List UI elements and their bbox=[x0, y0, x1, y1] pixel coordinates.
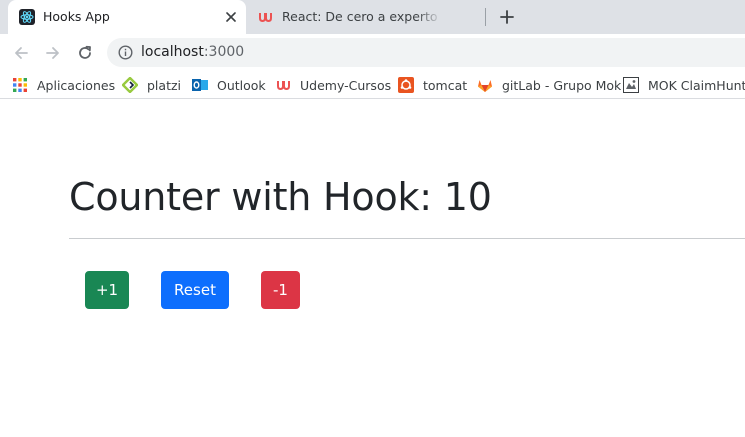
address-bar[interactable]: localhost:3000 bbox=[107, 38, 745, 67]
tab-react-course[interactable]: React: De cero a experto ( Hooks bbox=[246, 0, 486, 34]
gitlab-icon bbox=[477, 77, 493, 93]
forward-arrow-icon[interactable] bbox=[42, 42, 64, 64]
bookmark-aplicaciones[interactable]: Aplicaciones bbox=[12, 76, 115, 94]
bookmark-label: platzi bbox=[147, 77, 182, 93]
tab-title: Hooks App bbox=[43, 9, 110, 24]
url-host: localhost bbox=[141, 44, 204, 60]
url-port: :3000 bbox=[203, 44, 245, 60]
browser-toolbar: localhost:3000 bbox=[0, 34, 745, 71]
bookmarks-bar: Aplicaciones platzi Outlook Udemy-Cursos… bbox=[0, 71, 745, 99]
bookmark-label: Outlook bbox=[217, 77, 266, 93]
decrement-button[interactable]: -1 bbox=[261, 271, 300, 309]
outlook-icon bbox=[192, 77, 208, 93]
bookmark-label: Udemy-Cursos bbox=[300, 77, 392, 93]
bookmark-gitlab[interactable]: gitLab - Grupo Mok bbox=[477, 76, 621, 94]
tab-strip: Hooks App React: De cero a experto ( Hoo… bbox=[0, 0, 745, 34]
close-icon[interactable] bbox=[223, 9, 239, 25]
mok-icon bbox=[623, 77, 639, 93]
bookmark-platzi[interactable]: platzi bbox=[122, 76, 181, 94]
page-title: Counter with Hook: 10 bbox=[69, 175, 492, 219]
info-icon[interactable] bbox=[118, 45, 133, 60]
reset-button[interactable]: Reset bbox=[161, 271, 229, 309]
platzi-icon bbox=[122, 77, 138, 93]
bookmark-label: gitLab - Grupo Mok bbox=[502, 77, 622, 93]
url-text: localhost:3000 bbox=[141, 44, 244, 61]
bookmark-label: Aplicaciones bbox=[37, 77, 116, 93]
bookmark-outlook[interactable]: Outlook bbox=[192, 76, 266, 94]
back-arrow-icon[interactable] bbox=[10, 42, 32, 64]
udemy-icon bbox=[257, 9, 273, 25]
udemy-icon bbox=[275, 77, 291, 93]
bookmark-mok-claimhunting[interactable]: MOK ClaimHunting bbox=[623, 76, 745, 94]
react-icon bbox=[19, 9, 35, 25]
bookmark-udemy-cursos[interactable]: Udemy-Cursos bbox=[275, 76, 391, 94]
tab-separator bbox=[485, 8, 486, 26]
bookmark-tomcat[interactable]: tomcat bbox=[398, 76, 467, 94]
tomcat-icon bbox=[398, 77, 414, 93]
divider bbox=[69, 238, 745, 239]
tab-hooks-app[interactable]: Hooks App bbox=[8, 0, 246, 34]
apps-grid-icon bbox=[12, 77, 28, 93]
reload-icon[interactable] bbox=[74, 42, 96, 64]
tab-title-fade bbox=[416, 9, 442, 25]
new-tab-icon[interactable] bbox=[498, 8, 516, 26]
bookmark-label: tomcat bbox=[423, 77, 468, 93]
bookmark-label: MOK ClaimHunting bbox=[648, 77, 745, 93]
increment-button[interactable]: +1 bbox=[85, 271, 129, 309]
